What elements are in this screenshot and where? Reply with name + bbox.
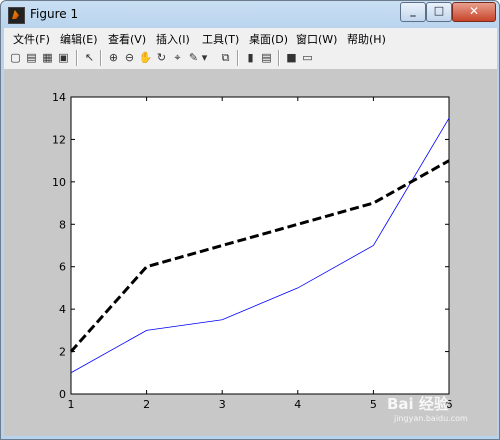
hide-plot-tools-icon[interactable]: ■ [284, 50, 299, 65]
close-button[interactable]: ✕ [452, 2, 496, 22]
menu-bar: 文件(F) 编辑(E) 查看(V) 插入(I) 工具(T) 桌面(D) 窗口(W… [4, 28, 497, 47]
y-tick-label: 0 [59, 388, 66, 401]
baidu-watermark-logo: Bai 经验 [387, 395, 449, 413]
toolbar-separator [278, 50, 280, 66]
menu-edit[interactable]: 编辑(E) [60, 31, 98, 47]
link-plot-icon[interactable]: ⧉ [218, 50, 233, 65]
menu-view[interactable]: 查看(V) [108, 31, 146, 47]
show-plot-tools-icon[interactable]: ▭ [300, 50, 315, 65]
window-title: Figure 1 [30, 7, 79, 21]
minimize-icon: _ [410, 4, 416, 17]
y-tick-label: 8 [59, 218, 66, 231]
data-cursor-icon[interactable]: ⌖ [170, 50, 185, 65]
maximize-button[interactable]: □ [426, 2, 452, 22]
rotate-3d-icon[interactable]: ↻ [154, 50, 169, 65]
y-tick-label: 6 [59, 261, 66, 274]
y-tick-label: 12 [52, 133, 66, 146]
toolbar-separator [76, 50, 78, 66]
figure-window: Figure 1 _ □ ✕ 文件(F) 编辑(E) 查看(V) 插入(I) 工… [0, 0, 500, 440]
close-icon: ✕ [468, 4, 480, 18]
menu-file[interactable]: 文件(F) [13, 31, 50, 47]
minimize-button[interactable]: _ [400, 2, 426, 22]
line-chart[interactable]: 1 2 3 4 5 602468101214 [4, 70, 497, 436]
print-icon[interactable]: ▣ [56, 50, 71, 65]
brush-dropdown-icon[interactable]: ▾ [200, 50, 209, 65]
x-tick-label: 2 [143, 398, 150, 411]
new-figure-icon[interactable]: ▢ [8, 50, 23, 65]
colorbar-icon[interactable]: ▮ [243, 50, 258, 65]
menu-tools[interactable]: 工具(T) [202, 31, 239, 47]
y-tick-label: 4 [59, 303, 66, 316]
title-bar[interactable]: Figure 1 _ □ ✕ [1, 1, 499, 28]
toolbar-separator [100, 50, 102, 66]
x-tick-label: 4 [294, 398, 301, 411]
y-tick-label: 2 [59, 346, 66, 359]
x-tick-label: 1 [68, 398, 75, 411]
menu-window[interactable]: 窗口(W) [296, 31, 337, 47]
x-tick-label: 3 [219, 398, 226, 411]
y-tick-label: 10 [52, 176, 66, 189]
toolbar-separator [237, 50, 239, 66]
menu-help[interactable]: 帮助(H) [347, 31, 386, 47]
select-arrow-icon[interactable]: ↖ [82, 50, 97, 65]
zoom-in-icon[interactable]: ⊕ [106, 50, 121, 65]
figure-toolbar: ▢ ▤ ▦ ▣ ↖ ⊕ ⊖ ✋ ↻ ⌖ ✎ ▾ ⧉ ▮ ▤ ■ ▭ [4, 47, 497, 70]
save-icon[interactable]: ▦ [40, 50, 55, 65]
zoom-out-icon[interactable]: ⊖ [122, 50, 137, 65]
menu-insert[interactable]: 插入(I) [156, 31, 190, 47]
brush-icon[interactable]: ✎ [186, 50, 201, 65]
matlab-logo-icon [8, 7, 25, 24]
x-tick-label: 5 [370, 398, 377, 411]
legend-icon[interactable]: ▤ [259, 50, 274, 65]
watermark-url: jingyan.baidu.com [394, 414, 468, 423]
maximize-icon: □ [433, 4, 445, 17]
y-tick-label: 14 [52, 91, 66, 104]
open-file-icon[interactable]: ▤ [24, 50, 39, 65]
menu-desktop[interactable]: 桌面(D) [249, 31, 288, 47]
figure-canvas[interactable]: 1 2 3 4 5 6 0 2 4 6 8 10 12 14 Bai 经验 jingyan.baidu.c… [4, 70, 497, 436]
pan-hand-icon[interactable]: ✋ [138, 50, 153, 65]
axes-background [70, 96, 450, 395]
